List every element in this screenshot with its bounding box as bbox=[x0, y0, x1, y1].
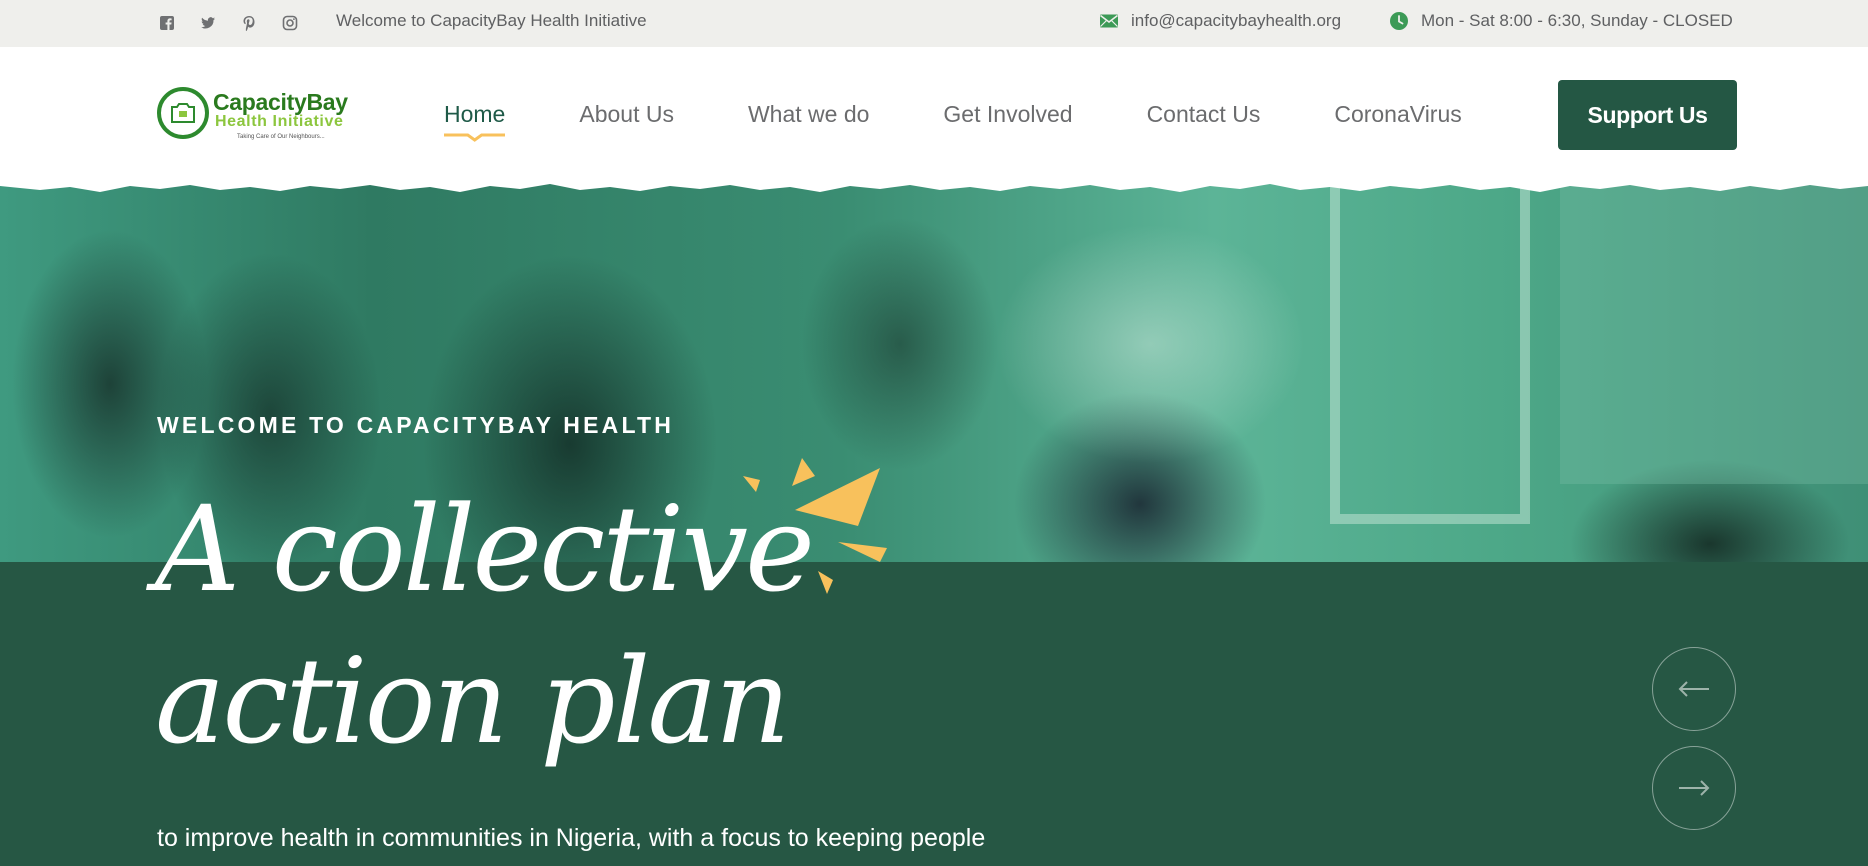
map-icon bbox=[171, 103, 195, 123]
nav-item-about-us[interactable]: About Us bbox=[579, 101, 674, 128]
nav-item-label: About Us bbox=[579, 101, 674, 127]
support-us-button[interactable]: Support Us bbox=[1558, 80, 1737, 150]
sparkle-burst-icon bbox=[740, 458, 890, 598]
headline-line-2: action plan bbox=[155, 632, 791, 770]
contact-email[interactable]: info@capacitybayhealth.org bbox=[1099, 11, 1341, 31]
nav-item-label: Contact Us bbox=[1146, 101, 1261, 127]
clock-icon bbox=[1390, 12, 1408, 30]
logo-subtitle: Health Initiative bbox=[215, 113, 344, 130]
opening-hours: Mon - Sat 8:00 - 6:30, Sunday - CLOSED bbox=[1389, 11, 1733, 31]
nav-item-what-we-do[interactable]: What we do bbox=[748, 101, 869, 128]
top-bar: Welcome to CapacityBay Health Initiative… bbox=[0, 0, 1868, 47]
torn-paper-edge bbox=[0, 180, 1868, 202]
twitter-icon[interactable] bbox=[198, 13, 218, 33]
slider-prev-button[interactable] bbox=[1652, 647, 1736, 731]
main-nav: Home About Us What we do Get Involved Co… bbox=[444, 101, 1536, 142]
facebook-icon[interactable] bbox=[157, 13, 177, 33]
slider-next-button[interactable] bbox=[1652, 746, 1736, 830]
logo-name: CapacityBay bbox=[213, 89, 348, 115]
nav-item-label: What we do bbox=[747, 101, 870, 127]
active-underline bbox=[444, 132, 506, 142]
photo-wall bbox=[1560, 184, 1868, 484]
photo-window bbox=[1330, 184, 1530, 524]
nav-item-label: Get Involved bbox=[943, 101, 1073, 127]
hero-eyebrow: WELCOME TO CAPACITYBAY HEALTH bbox=[157, 412, 675, 438]
instagram-icon[interactable] bbox=[280, 13, 300, 33]
hero-headline: A collective action plan bbox=[155, 473, 815, 777]
logo-mark bbox=[157, 87, 209, 139]
hero-subtext: to improve health in communities in Nige… bbox=[157, 824, 986, 852]
pinterest-icon[interactable] bbox=[239, 13, 259, 33]
mail-icon bbox=[1100, 14, 1118, 28]
email-text: info@capacitybayhealth.org bbox=[1131, 11, 1342, 30]
site-header: CapacityBay Health Initiative Taking Car… bbox=[0, 47, 1868, 197]
nav-item-get-involved[interactable]: Get Involved bbox=[943, 101, 1072, 128]
welcome-text: Welcome to CapacityBay Health Initiative bbox=[336, 11, 647, 30]
nav-item-contact-us[interactable]: Contact Us bbox=[1147, 101, 1261, 128]
arrow-right-icon bbox=[1679, 780, 1710, 796]
site-logo[interactable]: CapacityBay Health Initiative Taking Car… bbox=[157, 87, 367, 149]
logo-tagline: Taking Care of Our Neighbours... bbox=[237, 134, 325, 140]
nav-item-coronavirus[interactable]: CoronaVirus bbox=[1334, 101, 1461, 128]
nav-item-home[interactable]: Home bbox=[444, 101, 506, 142]
hours-text: Mon - Sat 8:00 - 6:30, Sunday - CLOSED bbox=[1421, 11, 1733, 30]
arrow-left-icon bbox=[1678, 681, 1709, 697]
social-links bbox=[157, 13, 300, 33]
nav-item-label: CoronaVirus bbox=[1334, 101, 1462, 127]
nav-item-label: Home bbox=[444, 101, 506, 127]
headline-line-1: A collective bbox=[155, 480, 815, 618]
